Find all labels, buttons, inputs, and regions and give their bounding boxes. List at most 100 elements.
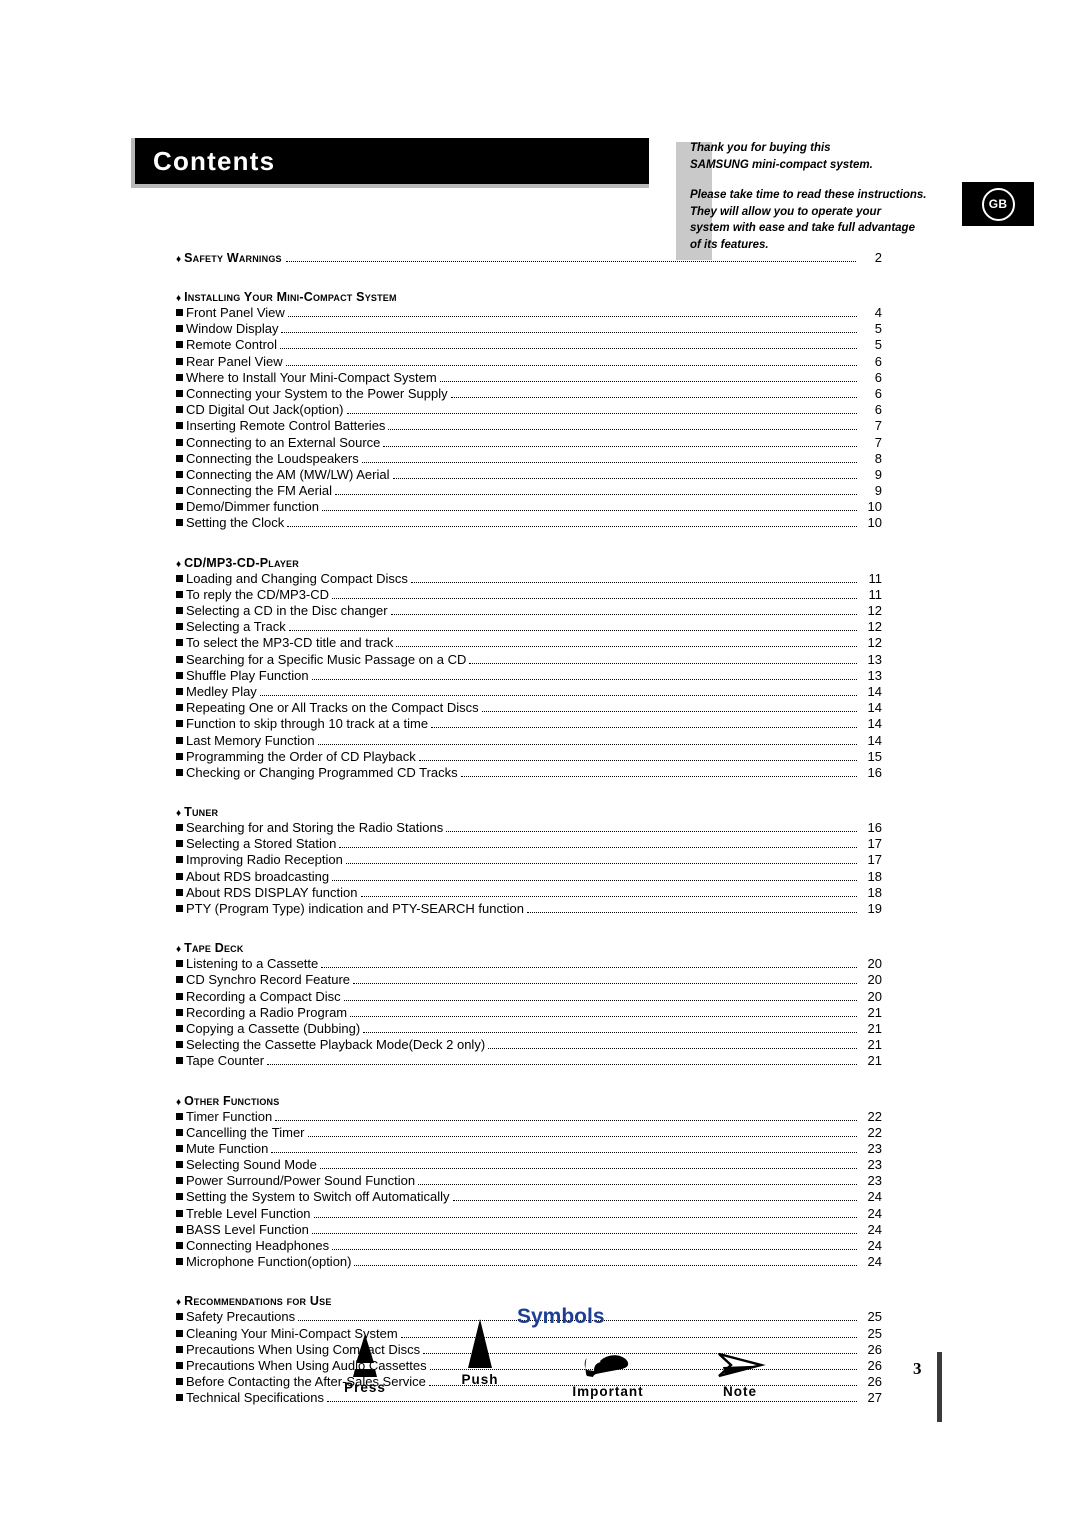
dot-leader	[363, 1031, 857, 1033]
toc-entry[interactable]: Connecting the Loudspeakers 8	[176, 451, 882, 467]
toc-entry[interactable]: Rear Panel View 6	[176, 354, 882, 370]
toc-entry[interactable]: Front Panel View 4	[176, 305, 882, 321]
toc-entry[interactable]: To reply the CD/MP3-CD 11	[176, 587, 882, 603]
toc-entry[interactable]: Treble Level Function 24	[176, 1206, 882, 1222]
toc-entry[interactable]: PTY (Program Type) indication and PTY-SE…	[176, 901, 882, 917]
toc-page-number: 2	[874, 250, 882, 265]
square-bullet-icon	[176, 856, 183, 864]
diamond-bullet-icon: ♦	[176, 1096, 182, 1108]
toc-entry-label: Selecting Sound Mode	[186, 1157, 317, 1173]
symbol-important-label: Important	[572, 1384, 644, 1399]
press-triangle-icon	[300, 1324, 430, 1380]
toc-entry[interactable]: Selecting a CD in the Disc changer 12	[176, 603, 882, 619]
toc-entry[interactable]: Searching for and Storing the Radio Stat…	[176, 820, 882, 836]
square-bullet-icon	[176, 976, 183, 984]
toc-entry[interactable]: Searching for a Specific Music Passage o…	[176, 652, 882, 668]
toc-entry[interactable]: Remote Control 5	[176, 337, 882, 353]
dot-leader	[332, 1249, 857, 1250]
toc-page-number: 15	[867, 748, 882, 764]
square-bullet-icon	[176, 1313, 183, 1321]
toc-entry[interactable]: Copying a Cassette (Dubbing) 21	[176, 1021, 882, 1037]
toc-section-heading[interactable]: ♦ Tuner	[176, 805, 882, 819]
toc-page-number: 6	[874, 369, 882, 385]
table-of-contents: ♦ Safety Warnings 2 ♦ Installing Your Mini-C…	[176, 250, 882, 1407]
toc-entry[interactable]: Listening to a Cassette 20	[176, 956, 882, 972]
toc-entry[interactable]: Tape Counter 21	[176, 1053, 882, 1069]
toc-entry[interactable]: Microphone Function(option) 24	[176, 1254, 882, 1270]
toc-entry[interactable]: Where to Install Your Mini-Compact Syste…	[176, 370, 882, 386]
toc-entry[interactable]: Cancelling the Timer 22	[176, 1125, 882, 1141]
toc-entry[interactable]: Connecting Headphones 24	[176, 1238, 882, 1254]
diamond-bullet-icon: ♦	[176, 254, 182, 265]
toc-entry[interactable]: Window Display 5	[176, 321, 882, 337]
toc-entry-label: Power Surround/Power Sound Function	[186, 1173, 416, 1189]
toc-entry-label: Treble Level Function	[186, 1205, 311, 1221]
dot-leader	[481, 711, 857, 713]
toc-entry[interactable]: Timer Function 22	[176, 1109, 882, 1125]
toc-entry[interactable]: Inserting Remote Control Batteries 7	[176, 418, 882, 434]
toc-entry[interactable]: Setting the System to Switch off Automat…	[176, 1189, 882, 1205]
dot-leader	[281, 332, 857, 334]
toc-entry[interactable]: Loading and Changing Compact Discs 11	[176, 571, 882, 587]
toc-entry[interactable]: Power Surround/Power Sound Function 23	[176, 1173, 882, 1189]
toc-entry[interactable]: Selecting the Cassette Playback Mode(Dec…	[176, 1037, 882, 1053]
intro-line-2: SAMSUNG mini-compact system.	[690, 158, 873, 171]
toc-entry[interactable]: Recording a Radio Program 21	[176, 1005, 882, 1021]
toc-entry[interactable]: Connecting the AM (MW/LW) Aerial 9	[176, 467, 882, 483]
square-bullet-icon	[176, 905, 183, 912]
toc-entry[interactable]: Selecting a Stored Station 17	[176, 836, 882, 852]
toc-entry[interactable]: About RDS DISPLAY function 18	[176, 885, 882, 901]
toc-entry-label: Searching for a Specific Music Passage o…	[186, 651, 467, 667]
toc-entry[interactable]: Selecting a Track 12	[176, 619, 882, 635]
toc-section-heading[interactable]: ♦ Other Functions	[176, 1094, 882, 1108]
toc-page-number: 17	[867, 852, 882, 868]
toc-entry-label: Setting the Clock	[186, 515, 285, 531]
toc-entry-label: PTY (Program Type) indication and PTY-SE…	[186, 901, 524, 916]
toc-entry[interactable]: Checking or Changing Programmed CD Track…	[176, 765, 882, 781]
toc-entry[interactable]: Connecting your System to the Power Supp…	[176, 386, 882, 402]
toc-entry[interactable]: Connecting the FM Aerial 9	[176, 483, 882, 499]
toc-entry[interactable]: Shuffle Play Function 13	[176, 668, 882, 684]
toc-entry[interactable]: BASS Level Function 24	[176, 1222, 882, 1238]
toc-page-number: 19	[867, 901, 882, 916]
dot-leader	[280, 348, 857, 350]
toc-entry[interactable]: Programming the Order of CD Playback 15	[176, 749, 882, 765]
toc-entry[interactable]: Connecting to an External Source 7	[176, 435, 882, 451]
toc-entry[interactable]: CD Synchro Record Feature 20	[176, 972, 882, 988]
intro-line-3: Please take time to read these instructi…	[690, 189, 927, 201]
toc-entry-label: Timer Function	[186, 1108, 273, 1124]
toc-entry-label: Safety Precautions	[186, 1309, 296, 1325]
toc-entry-label: Where to Install Your Mini-Compact Syste…	[186, 369, 437, 385]
toc-section-heading[interactable]: ♦ Tape Deck	[176, 941, 882, 955]
square-bullet-icon	[176, 888, 183, 896]
toc-entry[interactable]: About RDS broadcasting 18	[176, 869, 882, 885]
toc-section-heading[interactable]: ♦ Installing Your Mini-Compact System	[176, 290, 882, 304]
dot-leader	[396, 646, 857, 648]
toc-entry[interactable]: Demo/Dimmer function 10	[176, 499, 882, 515]
toc-entry[interactable]: Medley Play 14	[176, 684, 882, 700]
toc-section-heading[interactable]: ♦ Safety Warnings 2	[176, 250, 882, 265]
toc-page-number: 12	[867, 635, 882, 651]
dot-leader	[317, 743, 857, 745]
toc-entry[interactable]: To select the MP3-CD title and track 12	[176, 635, 882, 651]
toc-entry[interactable]: Selecting Sound Mode 23	[176, 1157, 882, 1173]
toc-entry[interactable]: Repeating One or All Tracks on the Compa…	[176, 700, 882, 716]
toc-page-number: 23	[867, 1140, 882, 1156]
dot-leader	[418, 759, 857, 761]
diamond-bullet-icon: ♦	[176, 1297, 182, 1309]
toc-entry[interactable]: Recording a Compact Disc 20	[176, 989, 882, 1005]
toc-entry-label: CD Synchro Record Feature	[186, 972, 351, 988]
toc-section-heading[interactable]: ♦ CD/MP3-CD-Player	[176, 556, 882, 570]
square-bullet-icon	[176, 1225, 183, 1233]
toc-entry[interactable]: Mute Function 23	[176, 1141, 882, 1157]
toc-entry[interactable]: Setting the Clock 10	[176, 515, 882, 531]
symbol-note: Note	[675, 1328, 805, 1399]
region-code-label: GB	[981, 187, 1015, 221]
toc-entry[interactable]: Last Memory Function 14	[176, 733, 882, 749]
toc-entry[interactable]: CD Digital Out Jack(option) 6	[176, 402, 882, 418]
toc-entry[interactable]: Improving Radio Reception 17	[176, 852, 882, 868]
toc-entry-label: Selecting the Cassette Playback Mode(Dec…	[186, 1037, 486, 1053]
toc-entry[interactable]: Function to skip through 10 track at a t…	[176, 716, 882, 732]
dot-leader	[488, 1048, 857, 1050]
toc-entry-label: BASS Level Function	[186, 1221, 309, 1237]
